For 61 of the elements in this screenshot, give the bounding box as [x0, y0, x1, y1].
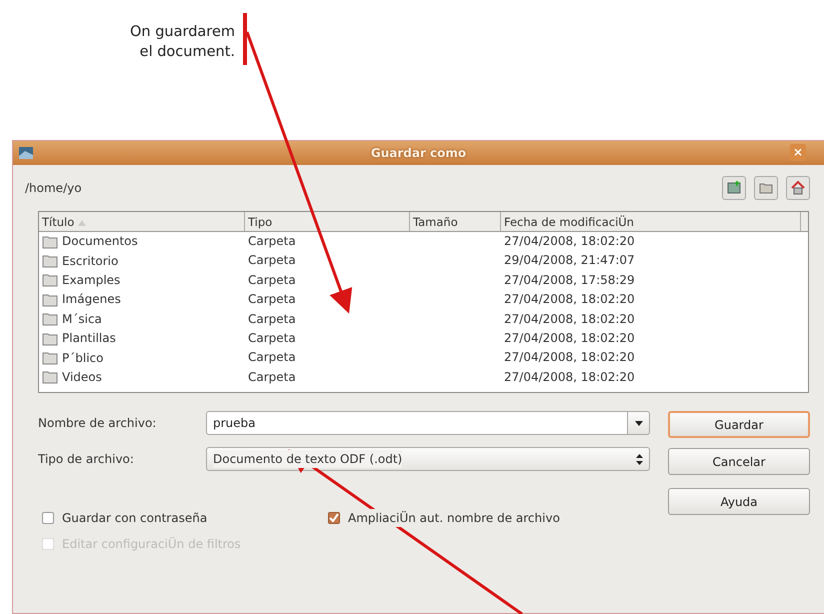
column-header[interactable]: Tamaño	[410, 212, 501, 231]
home-icon	[790, 180, 806, 196]
table-cell-text: Carpeta	[247, 233, 297, 250]
marker-bar	[243, 13, 247, 65]
table-cell-text: Carpeta	[247, 252, 297, 270]
file-name[interactable]: P´blico	[62, 348, 104, 368]
folder-icon	[42, 292, 58, 307]
folder-button[interactable]	[754, 176, 778, 200]
file-name[interactable]: Examples	[62, 270, 120, 290]
table-cell-text: Carpeta	[247, 272, 297, 289]
checkbox[interactable]	[42, 512, 54, 524]
column-header[interactable]: Título	[39, 212, 245, 231]
field-label: Nombre de archivo:	[38, 415, 158, 432]
table-cell-text: 27/04/2008, 18:02:20	[503, 330, 636, 347]
folder-icon	[42, 254, 58, 268]
table-cell-text: Carpeta	[247, 291, 297, 308]
table-cell-text: Carpeta	[247, 310, 297, 328]
home-button[interactable]	[786, 176, 810, 200]
caption-text: el document.	[138, 43, 235, 62]
dialog-button[interactable]: Guardar	[668, 411, 810, 438]
checkbox[interactable]	[328, 512, 340, 524]
column-header[interactable]: Fecha de modificaciÜn	[501, 212, 801, 231]
file-name[interactable]: M´sica	[62, 310, 102, 329]
table-cell-text: 27/04/2008, 18:02:20	[503, 233, 636, 250]
folder-icon	[42, 351, 58, 366]
folder-icon	[42, 273, 58, 288]
caret-icon	[634, 420, 642, 426]
dropdown-button[interactable]	[628, 411, 650, 435]
table-cell-text: 27/04/2008, 18:02:20	[503, 310, 636, 328]
window-title: Guardar como	[370, 145, 466, 162]
location-path: /home/yo	[25, 180, 82, 197]
table-cell-text: Carpeta	[247, 330, 297, 347]
checkbox-label: AmpliaciÜn aut. nombre de archivo	[348, 509, 560, 527]
folder-icon	[42, 312, 58, 326]
column-header[interactable]: Tipo	[245, 212, 410, 231]
file-name[interactable]: Escritorio	[62, 252, 118, 271]
file-type-select[interactable]: Documento de texto ODF (.odt)	[206, 447, 650, 471]
file-name[interactable]: Plantillas	[62, 329, 116, 348]
table-cell-text: 27/04/2008, 18:02:20	[503, 291, 636, 308]
folder-icon	[42, 370, 58, 384]
table-cell-text: Carpeta	[247, 349, 297, 366]
table-cell-text: 27/04/2008, 17:58:29	[503, 272, 636, 289]
file-name[interactable]: Documentos	[62, 232, 138, 252]
sort-icon	[78, 220, 86, 226]
table-cell-text: Carpeta	[247, 368, 297, 386]
new-folder-button[interactable]	[722, 176, 746, 200]
table-cell-text: 27/04/2008, 18:02:20	[503, 368, 636, 386]
field-label: Tipo de archivo:	[38, 451, 135, 468]
caption-text: On guardarem	[129, 23, 235, 42]
table-cell-text: 27/04/2008, 18:02:20	[503, 349, 636, 366]
new-folder-icon	[726, 180, 742, 196]
dialog-button[interactable]: Ayuda	[668, 488, 810, 515]
spinner-arrows-icon	[636, 454, 643, 464]
app-icon	[19, 147, 33, 159]
file-name[interactable]: Videos	[62, 368, 102, 387]
folder-icon	[42, 234, 58, 249]
filename-field[interactable]: prueba	[206, 411, 628, 435]
file-name[interactable]: Imágenes	[62, 290, 121, 310]
dialog-button[interactable]: Cancelar	[668, 448, 810, 475]
table-cell-text: 29/04/2008, 21:47:07	[503, 252, 636, 270]
folder-icon	[42, 332, 58, 346]
